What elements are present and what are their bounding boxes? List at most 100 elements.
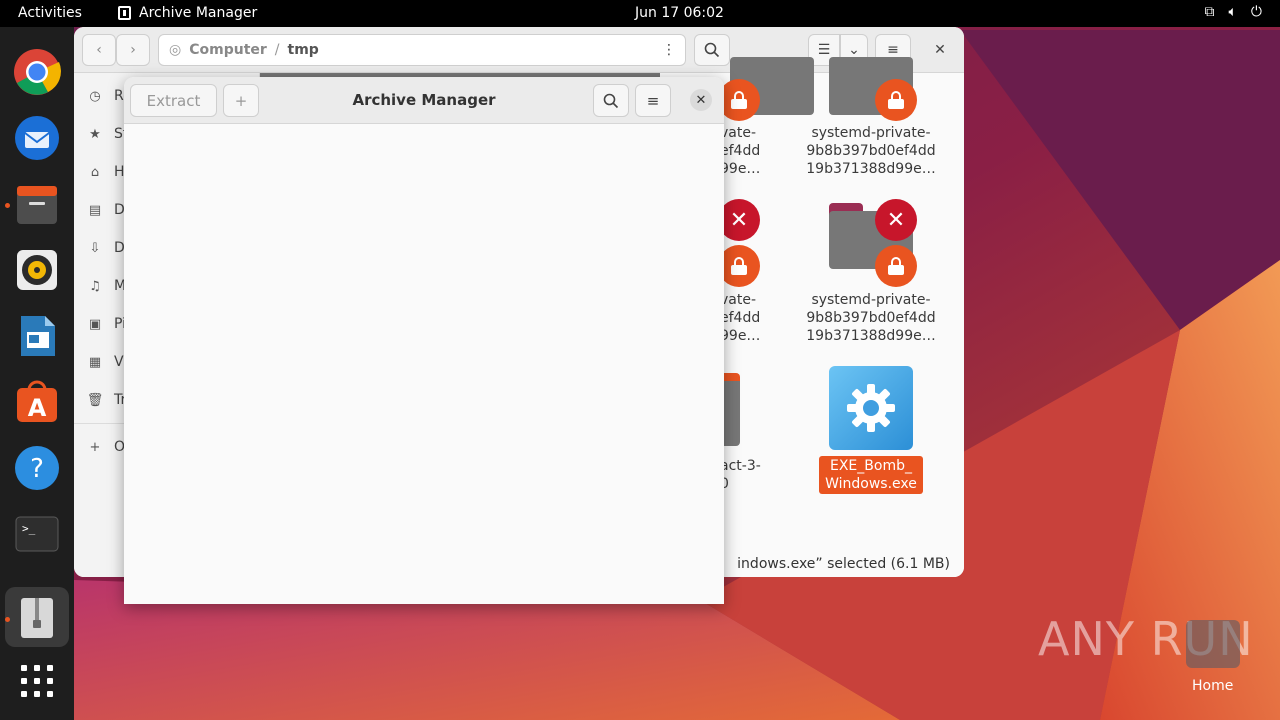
window-title: Archive Manager bbox=[352, 91, 496, 109]
tile-label-line: ef4dd bbox=[720, 143, 761, 159]
sidebar-item-label: H bbox=[114, 164, 125, 180]
tile-label-line: 99e… bbox=[720, 328, 761, 344]
close-icon: ✕ bbox=[934, 42, 946, 58]
folder-icon bbox=[724, 376, 740, 446]
clock-icon: ◷ bbox=[89, 88, 101, 104]
files-close-button[interactable]: ✕ bbox=[924, 34, 956, 66]
files-icon[interactable] bbox=[13, 180, 61, 228]
folder-tab-accent bbox=[724, 373, 740, 381]
sidebar-item-starred[interactable]: ★ St bbox=[88, 124, 128, 144]
sidebar-item-pictures[interactable]: ▣ Pi bbox=[88, 314, 126, 334]
terminal-icon[interactable]: >_ bbox=[13, 510, 61, 558]
chevron-right-icon: › bbox=[130, 42, 136, 58]
sidebar-item-home[interactable]: ⌂ H bbox=[88, 162, 125, 182]
archive-manager-icon[interactable] bbox=[13, 594, 61, 642]
search-icon bbox=[603, 93, 619, 108]
tile-label-line: 0 bbox=[720, 476, 729, 492]
path-bar[interactable]: ◎ Computer / tmp bbox=[158, 34, 686, 66]
archive-close-button[interactable]: ✕ bbox=[690, 89, 712, 111]
tile-label-line: vate- bbox=[720, 125, 757, 141]
chrome-icon[interactable] bbox=[13, 48, 61, 96]
help-icon[interactable]: ? bbox=[13, 444, 61, 492]
rhythmbox-icon[interactable] bbox=[13, 246, 61, 294]
activities-button[interactable]: Activities bbox=[18, 5, 82, 21]
lock-icon bbox=[875, 245, 917, 287]
sidebar-item-music[interactable]: ♫ M bbox=[88, 276, 126, 296]
network-icon: ⧉ bbox=[1204, 4, 1215, 20]
breadcrumb-tmp[interactable]: tmp bbox=[288, 42, 319, 58]
tile-label-line: act-3- bbox=[720, 458, 761, 474]
search-icon bbox=[704, 42, 720, 58]
archive-manager-icon bbox=[118, 6, 131, 20]
home-icon: ⌂ bbox=[90, 164, 100, 180]
tile-label-line: 99e… bbox=[720, 161, 761, 177]
picture-icon: ▣ bbox=[88, 316, 102, 332]
search-button[interactable] bbox=[694, 34, 730, 66]
lock-icon bbox=[718, 79, 760, 121]
download-icon: ⇩ bbox=[89, 240, 101, 256]
lock-icon bbox=[718, 245, 760, 287]
disk-icon: ◎ bbox=[169, 42, 182, 58]
vertical-dots-icon: ⋮ bbox=[662, 42, 676, 58]
document-icon: ▤ bbox=[88, 202, 102, 218]
sidebar-item-downloads[interactable]: ⇩ D bbox=[88, 238, 125, 258]
forward-button[interactable]: › bbox=[116, 34, 150, 66]
app-indicator-label: Archive Manager bbox=[139, 5, 258, 21]
film-icon: ▦ bbox=[88, 354, 102, 370]
tile-label-line: 19b371388d99e… bbox=[806, 161, 936, 177]
clock[interactable]: Jun 17 06:02 bbox=[635, 5, 724, 21]
tile-label-line: 9b8b397bd0ef4dd bbox=[806, 143, 936, 159]
archive-search-button[interactable] bbox=[593, 84, 629, 117]
tile-label-line: systemd-private- bbox=[811, 125, 931, 141]
sidebar-item-videos[interactable]: ▦ Vi bbox=[88, 352, 127, 372]
back-button[interactable]: ‹ bbox=[82, 34, 116, 66]
power-icon: ⏻ bbox=[1250, 4, 1262, 20]
sidebar-item-documents[interactable]: ▤ D bbox=[88, 200, 125, 220]
tile-label-line: ef4dd bbox=[720, 310, 761, 326]
show-apps-icon[interactable] bbox=[13, 657, 61, 705]
file-tile-systemd-1[interactable]: systemd-private- 9b8b397bd0ef4dd 19b3713… bbox=[806, 124, 936, 178]
archive-menu-button[interactable]: ≡ bbox=[635, 84, 671, 117]
trash-icon: 🗑︎ bbox=[86, 392, 104, 408]
archive-manager-window: Extract + Archive Manager ≡ ✕ bbox=[124, 77, 724, 604]
home-folder-icon[interactable] bbox=[1186, 620, 1240, 668]
music-icon: ♫ bbox=[89, 278, 101, 294]
path-menu-button[interactable]: ⋮ bbox=[652, 34, 686, 66]
app-center-icon[interactable]: A bbox=[13, 378, 61, 426]
tile-label-line: Windows.exe bbox=[825, 476, 917, 492]
selected-file-label[interactable]: EXE_Bomb_ Windows.exe bbox=[819, 456, 923, 494]
archive-running-dot bbox=[5, 617, 10, 622]
tile-label-line: vate- bbox=[720, 292, 757, 308]
close-icon: ✕ bbox=[695, 92, 707, 108]
tile-label-line: 9b8b397bd0ef4dd bbox=[806, 310, 936, 326]
breadcrumb-computer[interactable]: Computer bbox=[189, 42, 267, 58]
libreoffice-writer-icon[interactable] bbox=[13, 312, 61, 360]
archive-content-area bbox=[124, 124, 724, 604]
volume-icon: 🔈︎ bbox=[1228, 4, 1237, 20]
plus-icon: + bbox=[89, 439, 101, 455]
archive-headerbar: Extract + Archive Manager ≡ ✕ bbox=[124, 77, 724, 124]
status-bar: indows.exe” selected (6.1 MB) bbox=[737, 556, 950, 572]
svg-text:>_: >_ bbox=[22, 522, 36, 535]
tile-label-line: EXE_Bomb_ bbox=[830, 458, 912, 474]
lock-icon bbox=[875, 79, 917, 121]
home-desktop-label[interactable]: Home bbox=[1192, 678, 1233, 694]
tile-label-line: 19b371388d99e… bbox=[806, 328, 936, 344]
system-tray[interactable]: ⧉ 🔈︎ ⏻ bbox=[1205, 4, 1262, 20]
chevron-left-icon: ‹ bbox=[96, 42, 102, 58]
executable-gear-icon[interactable] bbox=[829, 366, 913, 450]
star-icon: ★ bbox=[89, 126, 101, 142]
tile-label-line: systemd-private- bbox=[811, 292, 931, 308]
thunderbird-icon[interactable] bbox=[13, 114, 61, 162]
app-indicator[interactable]: Archive Manager bbox=[118, 5, 257, 21]
error-x-icon: ✕ bbox=[718, 199, 760, 241]
svg-text:?: ? bbox=[30, 454, 44, 484]
files-running-dot bbox=[5, 203, 10, 208]
hamburger-icon: ≡ bbox=[646, 91, 660, 110]
file-tile-systemd-2[interactable]: systemd-private- 9b8b397bd0ef4dd 19b3713… bbox=[806, 291, 936, 345]
sidebar-item-other-locations[interactable]: + O bbox=[88, 437, 125, 457]
error-x-icon: ✕ bbox=[875, 199, 917, 241]
sidebar-item-trash[interactable]: 🗑︎ Tr bbox=[86, 390, 127, 410]
breadcrumb-separator: / bbox=[274, 42, 280, 58]
dock: A ? >_ bbox=[0, 27, 74, 720]
